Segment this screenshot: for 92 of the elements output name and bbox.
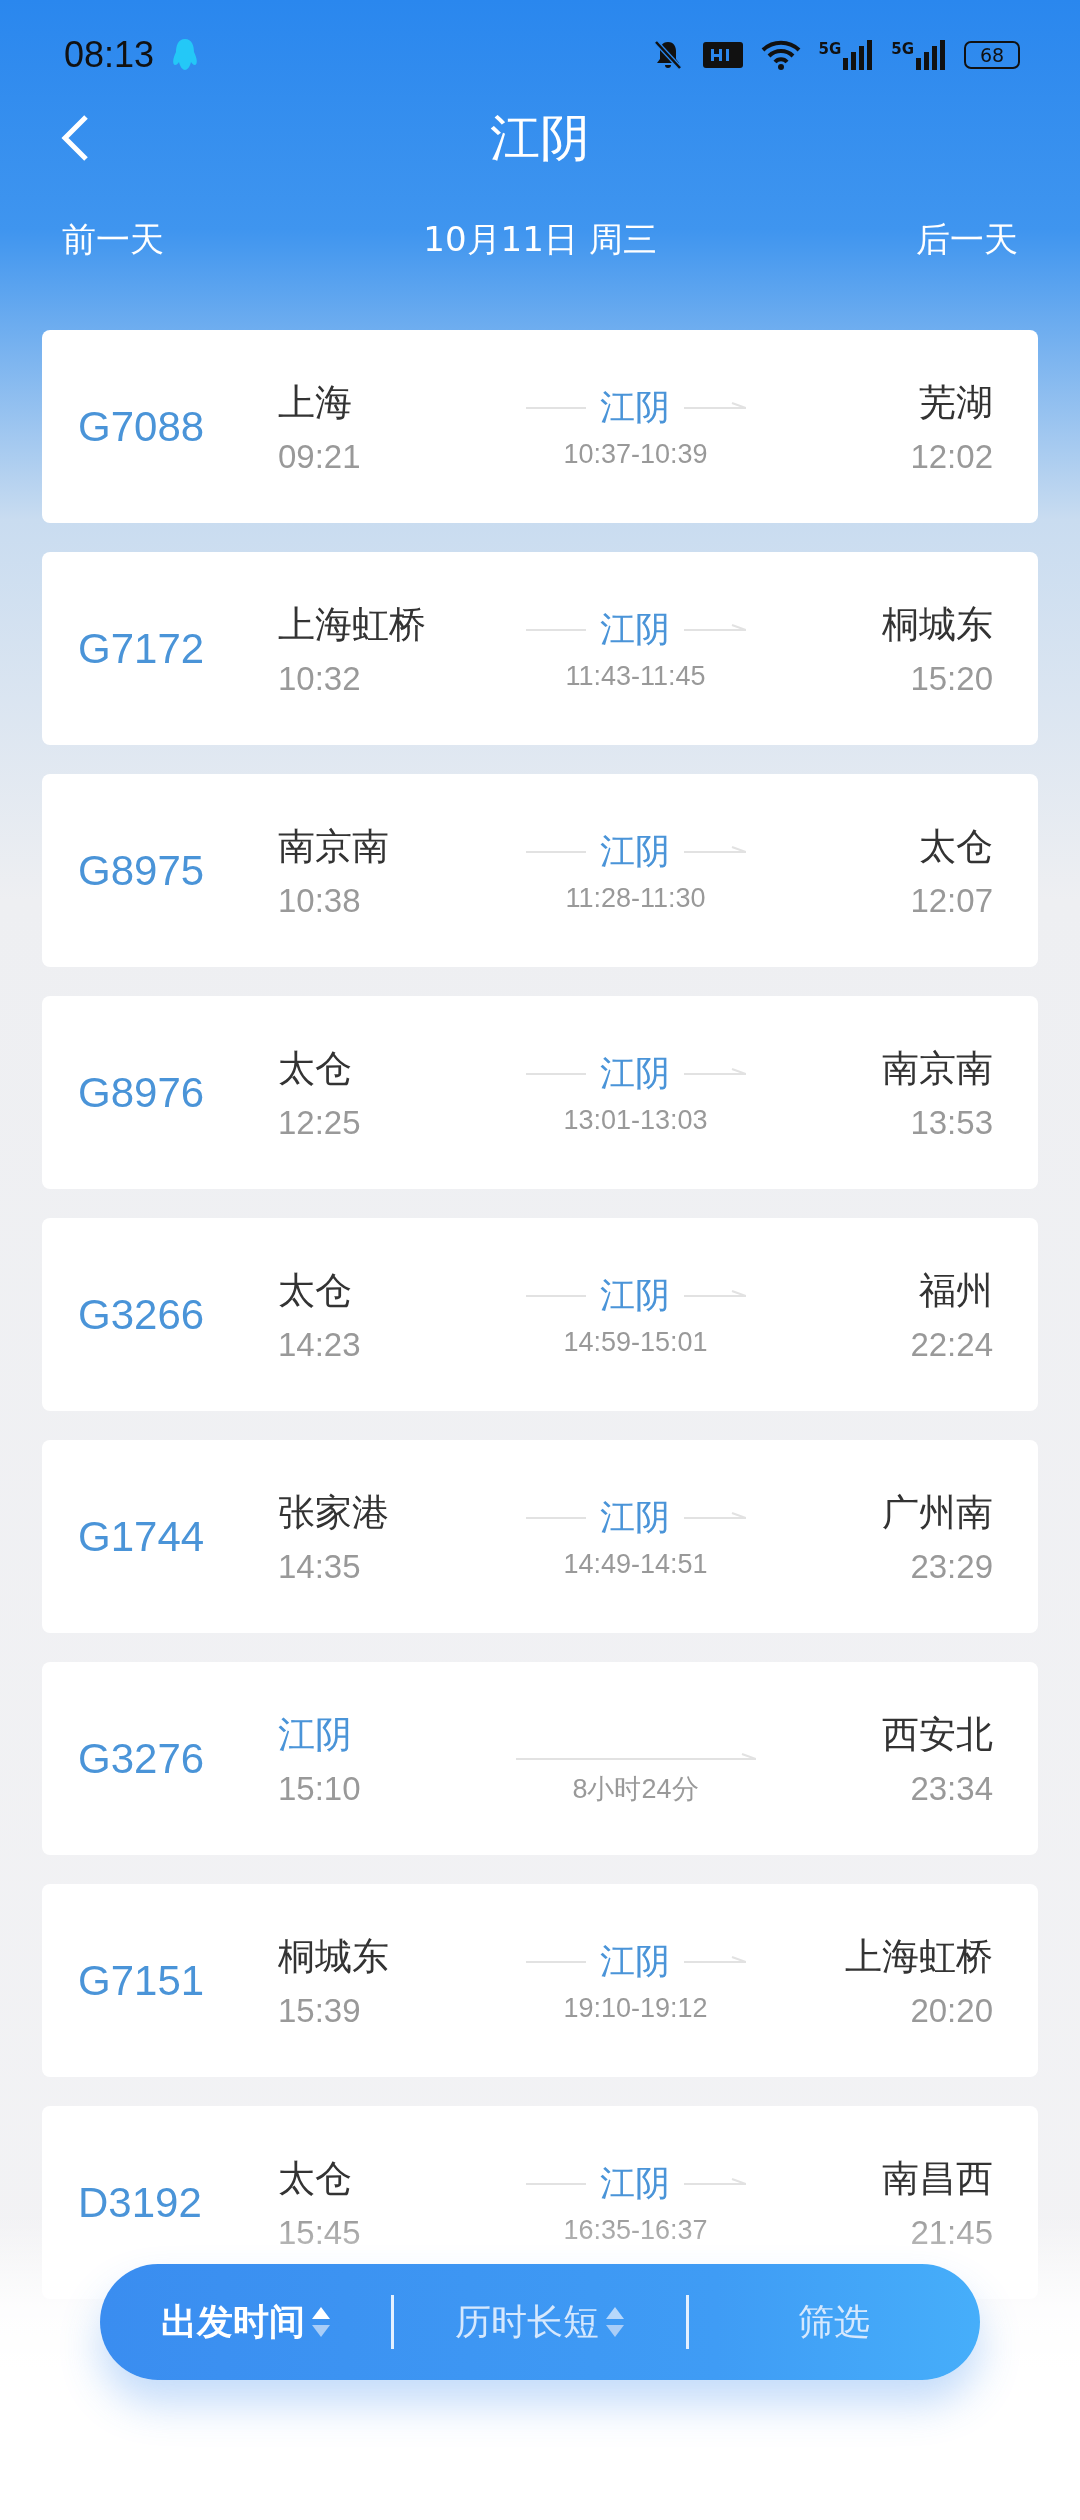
- stop-time: 16:35-16:37: [563, 2214, 708, 2246]
- departure-station: 南京南: [278, 824, 389, 869]
- via-station: 江阴: [599, 1939, 670, 1982]
- via-station: 江阴: [599, 1051, 670, 1094]
- signal-icon: [916, 40, 946, 70]
- arrival-station: 广州南: [882, 1490, 993, 1535]
- stop-time: 14:49-14:51: [563, 1548, 708, 1580]
- via-station: 江阴: [599, 385, 670, 428]
- train-card[interactable]: G7088 上海 09:21 江阴 10:37-10:39 芜湖 12:02: [42, 330, 1038, 523]
- arrival-time: 22:24: [910, 1325, 993, 1364]
- status-time: 08:13: [64, 34, 155, 76]
- departure-station: 上海: [278, 380, 352, 425]
- via-station: 江阴: [599, 829, 670, 872]
- arrival-station: 芜湖: [919, 380, 993, 425]
- arrow-line-icon: [683, 2178, 746, 2188]
- departure-station: 上海虹桥: [278, 602, 426, 647]
- arrival-station: 太仓: [919, 824, 993, 869]
- battery-level: 68: [964, 41, 1020, 69]
- via-station: 江阴: [599, 607, 670, 650]
- arrival-station: 上海虹桥: [845, 1934, 993, 1979]
- via-station: 江阴: [599, 1495, 670, 1538]
- arrival-station: 桐城东: [882, 602, 993, 647]
- departure-time: 09:21: [278, 437, 361, 476]
- arrival-station: 南京南: [882, 1046, 993, 1091]
- network-label: 5G: [891, 40, 914, 58]
- arrival-time: 13:53: [910, 1103, 993, 1142]
- arrow-line-icon: [683, 402, 746, 412]
- arrow-line-icon: [683, 846, 746, 856]
- arrival-time: 15:20: [910, 659, 993, 698]
- stop-time: 11:43-11:45: [565, 660, 706, 692]
- train-card[interactable]: G8975 南京南 10:38 江阴 11:28-11:30 太仓 12:07: [42, 774, 1038, 967]
- train-number: G7151: [78, 1956, 206, 2005]
- train-card[interactable]: G3266 太仓 14:23 江阴 14:59-15:01 福州 22:24: [42, 1218, 1038, 1411]
- departure-time: 10:38: [278, 881, 361, 920]
- train-number: G3266: [78, 1290, 206, 1339]
- stop-time: 10:37-10:39: [563, 438, 708, 470]
- train-card[interactable]: G1744 张家港 14:35 江阴 14:49-14:51 广州南 23:29: [42, 1440, 1038, 1633]
- stop-time: 19:10-19:12: [563, 1992, 708, 2024]
- arrow-line-icon: [683, 624, 746, 634]
- train-number: G3276: [78, 1734, 206, 1783]
- departure-station: 桐城东: [278, 1934, 389, 1979]
- hd-icon: [702, 42, 743, 68]
- stop-time: 13:01-13:03: [563, 1104, 708, 1136]
- stop-time: 11:28-11:30: [565, 882, 706, 914]
- train-number: G8975: [78, 846, 206, 895]
- train-number: D3192: [78, 2178, 203, 2227]
- arrow-line-icon: [515, 1752, 756, 1763]
- departure-time: 14:23: [278, 1325, 361, 1364]
- arrival-station: 西安北: [882, 1712, 993, 1757]
- penguin-icon: [172, 38, 199, 72]
- departure-time: 15:39: [278, 1991, 361, 2030]
- departure-station: 太仓: [278, 2156, 352, 2201]
- page-title: 江阴: [490, 107, 590, 169]
- arrival-time: 20:20: [910, 1991, 993, 2030]
- arrival-station: 南昌西: [882, 2156, 993, 2201]
- train-number: G1744: [78, 1512, 206, 1561]
- train-number: G7172: [78, 624, 206, 673]
- train-card[interactable]: G7172 上海虹桥 10:32 江阴 11:43-11:45 桐城东 15:20: [42, 552, 1038, 745]
- departure-station: 张家港: [278, 1490, 389, 1535]
- train-card[interactable]: G8976 太仓 12:25 江阴 13:01-13:03 南京南 13:53: [42, 996, 1038, 1189]
- duration: 8小时24分: [572, 1772, 699, 1806]
- arrival-time: 12:02: [910, 437, 993, 476]
- departure-station: 太仓: [278, 1268, 352, 1313]
- sort-icon: [605, 2305, 625, 2339]
- arrival-time: 12:07: [910, 881, 993, 920]
- train-number: G8976: [78, 1068, 206, 1117]
- arrival-time: 23:29: [910, 1547, 993, 1586]
- arrow-line-icon: [683, 1956, 746, 1966]
- train-card[interactable]: G3276 江阴 15:10 8小时24分 西安北 23:34: [42, 1662, 1038, 1855]
- wifi-icon: [760, 39, 801, 71]
- departure-time: 12:25: [278, 1103, 361, 1142]
- departure-time: 15:10: [278, 1769, 361, 1808]
- departure-time: 10:32: [278, 659, 361, 698]
- departure-station: 江阴: [278, 1712, 352, 1757]
- network-label: 5G: [818, 40, 842, 58]
- sort-icon: [310, 2305, 331, 2339]
- arrival-station: 福州: [919, 1268, 993, 1313]
- arrival-time: 23:34: [910, 1769, 993, 1808]
- arrow-line-icon: [683, 1068, 746, 1078]
- train-card[interactable]: G7151 桐城东 15:39 江阴 19:10-19:12 上海虹桥 20:20: [42, 1884, 1038, 2077]
- arrow-line-icon: [683, 1512, 746, 1522]
- signal-icon: [843, 40, 874, 70]
- via-station: 江阴: [599, 2161, 670, 2204]
- departure-time: 15:45: [278, 2213, 361, 2252]
- departure-time: 14:35: [278, 1547, 361, 1586]
- train-number: G7088: [78, 402, 206, 451]
- arrival-time: 21:45: [910, 2213, 993, 2252]
- stop-time: 14:59-15:01: [563, 1326, 708, 1358]
- arrow-line-icon: [683, 1290, 746, 1300]
- departure-station: 太仓: [278, 1046, 352, 1091]
- via-station: 江阴: [599, 1273, 670, 1316]
- current-date: 10月11日 周三: [423, 218, 657, 261]
